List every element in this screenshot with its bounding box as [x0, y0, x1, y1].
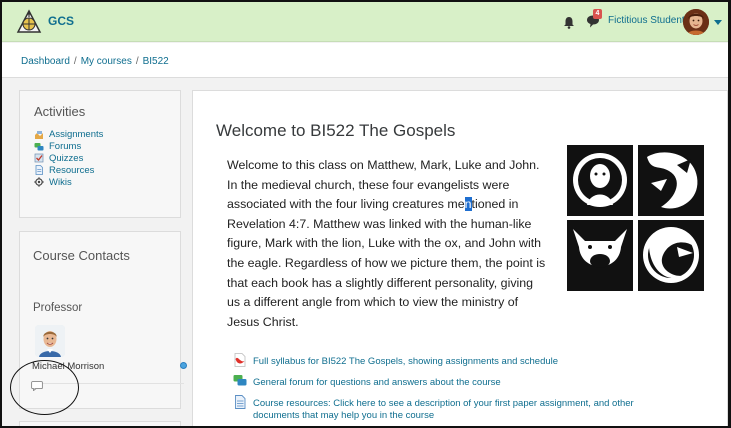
top-navbar: GCS 4 Fictitious Student: [2, 2, 728, 42]
breadcrumb-separator: /: [73, 56, 77, 67]
intro-line: us a different angle from which to view …: [227, 295, 519, 310]
user-avatar[interactable]: [683, 9, 709, 35]
user-menu-name[interactable]: Fictitious Student: [608, 15, 685, 26]
intro-line: figure, Mark with the lion, Luke with th…: [227, 236, 542, 251]
intro-paragraph: Welcome to this class on Matthew, Mark, …: [227, 156, 557, 332]
four-evangelists-image: [565, 143, 706, 293]
intro-line: the eagle. Regardless of how we picture …: [227, 255, 546, 270]
annotation-circle: [10, 360, 79, 415]
forum-icon: [233, 375, 247, 386]
activity-assignments[interactable]: Assignments: [34, 129, 103, 141]
quiz-icon: [34, 154, 44, 163]
resource-icon: [35, 165, 43, 176]
breadcrumb: Dashboard / My courses / BI522: [2, 43, 728, 78]
messages-badge: 4: [593, 9, 602, 19]
breadcrumb-course[interactable]: BI522: [143, 56, 169, 67]
intro-line: that each book has a slightly different …: [227, 275, 534, 290]
intro-line: associated with the four living creature…: [227, 197, 519, 212]
site-brand[interactable]: GCS: [48, 14, 74, 28]
document-icon: [235, 395, 246, 409]
breadcrumb-my-courses[interactable]: My courses: [81, 56, 132, 67]
breadcrumb-separator: /: [135, 56, 139, 67]
activities-list: Assignments Forums Quizzes Resources Wik…: [34, 129, 103, 188]
pdf-icon: [234, 353, 246, 367]
professor-label: Professor: [33, 302, 83, 314]
intro-line: In the medieval church, these four evang…: [227, 177, 510, 192]
breadcrumb-dashboard[interactable]: Dashboard: [21, 56, 70, 67]
gcs-logo-icon[interactable]: [16, 9, 42, 35]
page-title: Welcome to BI522 The Gospels: [216, 121, 456, 140]
course-resources-list: Full syllabus for BI522 The Gospels, sho…: [233, 353, 634, 421]
activity-wikis[interactable]: Wikis: [34, 176, 103, 188]
general-forum-link[interactable]: General forum for questions and answers …: [233, 374, 634, 395]
online-status-icon: [180, 362, 187, 369]
text-cursor-highlight: n: [464, 197, 472, 212]
main-content: Welcome to BI522 The Gospels Welcome to …: [192, 90, 728, 428]
intro-line: Welcome to this class on Matthew, Mark, …: [227, 158, 540, 172]
intro-line: Revelation 4:7. Matthew was linked with …: [227, 216, 532, 231]
professor-avatar[interactable]: [35, 325, 65, 357]
activities-block: Activities Assignments Forums Quizzes Re…: [19, 90, 181, 218]
activity-quizzes[interactable]: Quizzes: [34, 153, 103, 165]
activities-title: Activities: [34, 104, 86, 119]
user-menu-caret-icon[interactable]: [714, 20, 722, 25]
assignment-icon: [35, 130, 43, 139]
syllabus-link[interactable]: Full syllabus for BI522 The Gospels, sho…: [233, 353, 634, 374]
intro-line: Jesus Christ.: [227, 314, 299, 329]
wiki-icon: [34, 177, 44, 187]
activity-resources[interactable]: Resources: [34, 164, 103, 176]
course-contacts-title: Course Contacts: [33, 248, 130, 263]
forum-icon: [34, 142, 44, 151]
bell-icon[interactable]: [563, 16, 575, 29]
next-block: [19, 421, 181, 428]
course-resources-link[interactable]: Course resources: Click here to see a de…: [233, 395, 634, 421]
activity-forums[interactable]: Forums: [34, 141, 103, 153]
